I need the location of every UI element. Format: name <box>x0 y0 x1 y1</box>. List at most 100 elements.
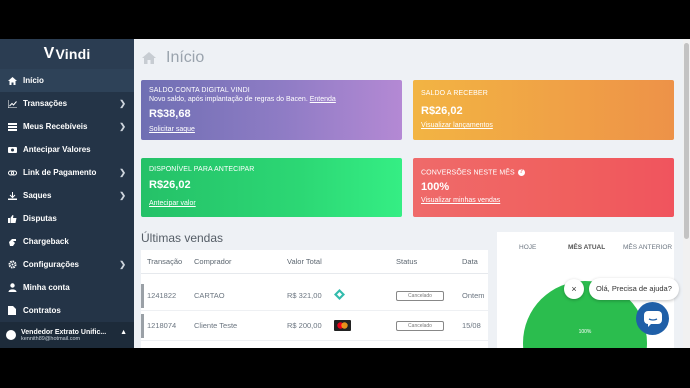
sidebar-item-label: Meus Recebíveis <box>23 122 88 131</box>
page-scrollbar[interactable] <box>683 39 690 348</box>
tab-mes-anterior[interactable]: MÊS ANTERIOR <box>623 244 672 251</box>
doc-icon <box>7 306 17 316</box>
sidebar-item-minha-conta[interactable]: Minha conta <box>0 276 134 299</box>
user-email: kennith89@hotmail.com <box>21 335 81 342</box>
available-card: DISPONÍVEL PARA ANTECIPAR R$26,02 Anteci… <box>141 158 402 217</box>
row-total: R$ 321,00 <box>287 291 322 300</box>
table-row[interactable]: 1241822 CARTAO R$ 321,00 Cancelado Ontem <box>141 281 488 311</box>
sidebar-item-saques[interactable]: Saques ❯ <box>0 184 134 207</box>
receivable-value: R$26,02 <box>421 105 463 117</box>
chart-icon <box>7 99 17 109</box>
sidebar-item-recebiveis[interactable]: Meus Recebíveis ❯ <box>0 115 134 138</box>
chat-greeting[interactable]: Olá, Precisa de ajuda? <box>589 278 679 300</box>
page-title-text: Início <box>166 49 205 66</box>
sidebar-item-label: Contratos <box>23 306 61 315</box>
sidebar-item-label: Configurações <box>23 260 80 269</box>
pix-icon <box>334 289 345 302</box>
user-menu[interactable]: Vendedor Extrato Unific... kennith89@hot… <box>0 322 134 348</box>
brand-name: Vindi <box>55 46 91 62</box>
sidebar-item-label: Antecipar Valores <box>23 145 91 154</box>
sidebar-nav: Início Transações ❯ Meus Recebíveis ❯ An… <box>0 69 134 322</box>
request-withdrawal-link[interactable]: Solicitar saque <box>149 126 195 133</box>
sidebar-item-configuracoes[interactable]: Configurações ❯ <box>0 253 134 276</box>
chat-close-button[interactable]: × <box>564 279 584 299</box>
user-name: Vendedor Extrato Unific... <box>21 328 107 336</box>
col-status: Status <box>396 257 418 266</box>
hand-icon <box>7 237 17 247</box>
anticipate-link[interactable]: Antecipar valor <box>149 200 196 207</box>
gear-icon <box>7 260 17 270</box>
home-icon <box>7 76 17 86</box>
status-badge: Cancelado <box>396 320 444 331</box>
sidebar-item-antecipar[interactable]: Antecipar Valores <box>0 138 134 161</box>
row-id: 1218074 <box>147 321 177 330</box>
balance-note-link[interactable]: Entenda <box>310 96 336 103</box>
col-data: Data <box>462 257 478 266</box>
thumbs-icon <box>7 214 17 224</box>
row-buyer: CARTAO <box>194 291 225 300</box>
chevron-right-icon: ❯ <box>119 191 126 200</box>
row-id: 1241822 <box>147 291 177 300</box>
money-icon <box>7 145 17 155</box>
mastercard-icon <box>334 320 351 331</box>
sidebar-item-inicio[interactable]: Início <box>0 69 134 92</box>
scrollbar-thumb[interactable] <box>684 43 689 239</box>
row-date: Ontem <box>462 291 485 300</box>
view-entries-link[interactable]: Visualizar lançamentos <box>421 122 493 129</box>
chat-icon <box>643 310 662 327</box>
conversions-label: CONVERSÕES NESTE MÊS? <box>421 169 666 176</box>
balance-note-text: Novo saldo, após implantação de regras d… <box>149 96 308 103</box>
brand-logo-mark: V <box>43 45 55 62</box>
home-icon <box>142 52 156 64</box>
chevron-right-icon: ❯ <box>119 99 126 108</box>
col-comprador: Comprador <box>194 257 232 266</box>
table-row[interactable]: 1218074 Cliente Teste R$ 200,00 Cancelad… <box>141 311 488 341</box>
list-icon <box>7 122 17 132</box>
row-total: R$ 200,00 <box>287 321 322 330</box>
col-transacao: Transação <box>147 257 183 266</box>
download-icon <box>7 191 17 201</box>
page-title: Início <box>142 49 204 67</box>
available-value: R$26,02 <box>149 179 191 191</box>
brand-logo[interactable]: V Vindi <box>0 39 134 69</box>
sidebar-item-label: Minha conta <box>23 283 70 292</box>
chevron-right-icon: ❯ <box>119 260 126 269</box>
sidebar-item-disputas[interactable]: Disputas <box>0 207 134 230</box>
sidebar-item-chargeback[interactable]: Chargeback <box>0 230 134 253</box>
balance-value: R$38,68 <box>149 108 191 120</box>
conversions-value: 100% <box>421 181 450 194</box>
sidebar-item-label: Início <box>23 76 44 85</box>
tab-mes-atual[interactable]: MÊS ATUAL <box>568 244 605 251</box>
chat-button[interactable] <box>636 302 669 335</box>
sidebar-item-link-pagamento[interactable]: Link de Pagamento ❯ <box>0 161 134 184</box>
sidebar-item-label: Transações <box>23 99 68 108</box>
balance-note: Novo saldo, após implantação de regras d… <box>149 96 394 103</box>
col-valor: Valor Total <box>287 257 322 266</box>
balance-card: SALDO CONTA DIGITAL VINDI Novo saldo, ap… <box>141 80 402 140</box>
view-sales-link[interactable]: Visualizar minhas vendas <box>421 197 500 204</box>
receivable-label: SALDO A RECEBER <box>421 90 488 97</box>
row-date: 15/08 <box>462 321 481 330</box>
sales-table: Transação Comprador Valor Total Status D… <box>141 250 488 348</box>
sidebar-item-label: Saques <box>23 191 52 200</box>
receivable-card: SALDO A RECEBER R$26,02 Visualizar lança… <box>413 80 674 140</box>
user-icon <box>7 283 17 293</box>
info-icon[interactable]: ? <box>517 169 525 176</box>
status-badge: Cancelado <box>396 290 444 301</box>
sales-title: Últimas vendas <box>141 231 224 245</box>
sidebar-item-label: Disputas <box>23 214 57 223</box>
avatar <box>6 330 16 340</box>
app-frame: V Vindi Início Transações ❯ Meus Recebíve… <box>0 39 690 348</box>
tab-hoje[interactable]: HOJE <box>519 244 536 251</box>
sidebar-item-transacoes[interactable]: Transações ❯ <box>0 92 134 115</box>
sidebar-item-contratos[interactable]: Contratos <box>0 299 134 322</box>
row-buyer: Cliente Teste <box>194 321 238 330</box>
pie-slice-label: 100% <box>579 329 592 335</box>
row-status-bar <box>141 284 144 308</box>
conversions-card: CONVERSÕES NESTE MÊS? 100% Visualizar mi… <box>413 158 674 217</box>
main-content: Início SALDO CONTA DIGITAL VINDI Novo sa… <box>134 39 683 348</box>
sidebar: V Vindi Início Transações ❯ Meus Recebíve… <box>0 39 134 348</box>
sidebar-item-label: Chargeback <box>23 237 69 246</box>
row-status-bar <box>141 314 144 338</box>
table-header: Transação Comprador Valor Total Status D… <box>141 250 488 274</box>
